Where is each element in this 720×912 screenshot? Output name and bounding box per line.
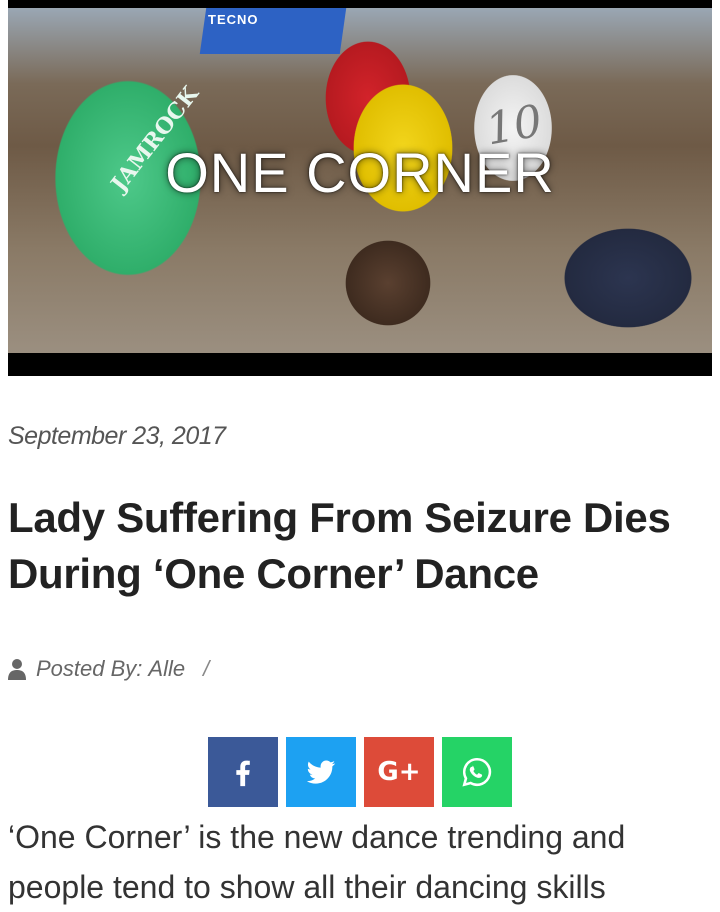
byline-prefix: Posted By: (36, 656, 143, 681)
image-overlay-title: ONE CORNER (165, 141, 555, 204)
share-google-plus-button[interactable]: G+ (364, 737, 434, 807)
share-facebook-button[interactable] (208, 737, 278, 807)
facebook-icon (236, 760, 250, 787)
byline-separator: / (203, 656, 210, 681)
share-whatsapp-button[interactable] (442, 737, 512, 807)
article-title[interactable]: Lady Suffering From Seizure Dies During … (8, 490, 712, 602)
google-plus-icon: G+ (377, 757, 421, 787)
body-line-1: ‘One Corner’ is the new dance trending a… (8, 819, 626, 855)
article-body: ‘One Corner’ is the new dance trending a… (8, 812, 712, 912)
twitter-icon (306, 760, 336, 784)
share-twitter-button[interactable] (286, 737, 356, 807)
post-date: September 23, 2017 (8, 422, 226, 450)
featured-image[interactable]: TECNO JAMROCK 10 ONE CORNER (8, 0, 712, 376)
share-buttons: G+ (208, 737, 512, 807)
dance-crowd-photo: TECNO JAMROCK 10 ONE CORNER (8, 8, 712, 353)
user-icon (8, 659, 26, 680)
canopy-text: TECNO (208, 12, 259, 27)
byline: Posted By: Alle / (8, 655, 209, 683)
whatsapp-icon (462, 757, 492, 787)
author-link[interactable]: Alle (148, 656, 185, 682)
